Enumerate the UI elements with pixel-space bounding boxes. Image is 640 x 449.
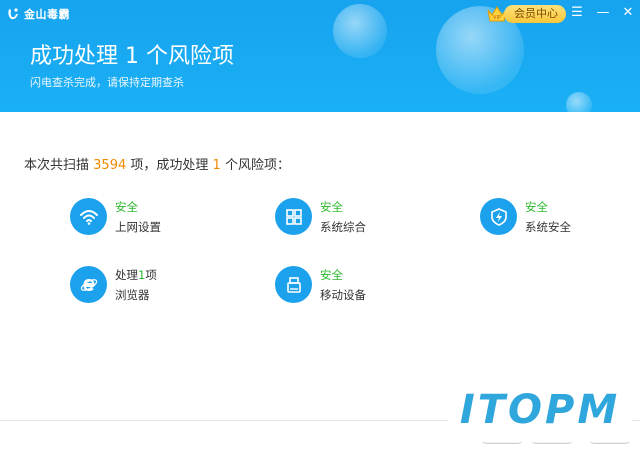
item-label: 系统综合 <box>320 219 366 234</box>
result-item-browser: 处理1项 浏览器 <box>70 266 157 303</box>
result-title: 成功处理 1 个风险项 <box>30 44 234 69</box>
vip-center[interactable]: VIP 会员中心 <box>486 4 566 24</box>
decor-bubble <box>333 4 387 58</box>
watermark-text: ITOPM <box>459 387 621 433</box>
result-item-mobile-device: 安全 移动设备 <box>275 266 366 303</box>
close-icon[interactable]: ✕ <box>621 6 635 20</box>
item-status: 安全 <box>115 199 138 214</box>
item-status: 处理1项 <box>115 267 157 283</box>
usb-drive-icon <box>275 266 312 303</box>
vip-center-button[interactable]: 会员中心 <box>504 5 566 23</box>
item-label: 系统安全 <box>525 219 571 234</box>
decor-bubble <box>566 92 592 112</box>
item-label: 浏览器 <box>115 287 150 302</box>
result-item-network: 安全 上网设置 <box>70 198 161 235</box>
summary-middle: 项，成功处理 <box>130 158 209 173</box>
wifi-icon <box>70 198 107 235</box>
app-logo-icon <box>8 8 18 20</box>
item-status: 安全 <box>320 199 343 214</box>
scanned-count: 3594 <box>93 158 127 173</box>
menu-icon[interactable]: ☰ <box>570 6 584 20</box>
header-banner: 金山毒霸 VIP 会员中心 ☰ — ✕ 成功处理 1 个风险项 闪电查杀完成，请… <box>0 0 640 112</box>
item-status: 安全 <box>320 267 343 282</box>
summary-prefix: 本次共扫描 <box>24 158 90 173</box>
item-label: 移动设备 <box>320 287 366 302</box>
handled-count: 1 <box>212 158 221 173</box>
app-logo: 金山毒霸 <box>6 6 70 22</box>
status-prefix: 处理 <box>115 267 138 282</box>
item-status: 安全 <box>525 199 548 214</box>
watermark: ITOPM <box>448 378 632 442</box>
result-item-system-general: 安全 系统综合 <box>275 198 366 235</box>
browser-e-icon <box>70 266 107 303</box>
scan-summary: 本次共扫描 3594 项，成功处理 1 个风险项： <box>24 154 290 173</box>
result-subtitle: 闪电查杀完成，请保持定期查杀 <box>30 76 184 89</box>
minimize-icon[interactable]: — <box>596 6 610 20</box>
shield-lightning-icon <box>480 198 517 235</box>
item-label: 上网设置 <box>115 219 161 234</box>
summary-suffix: 个风险项： <box>224 158 290 173</box>
windows-grid-icon <box>275 198 312 235</box>
status-suffix: 项 <box>145 267 157 282</box>
svg-text:VIP: VIP <box>493 15 501 21</box>
app-name: 金山毒霸 <box>24 8 70 21</box>
result-item-system-security: 安全 系统安全 <box>480 198 571 235</box>
